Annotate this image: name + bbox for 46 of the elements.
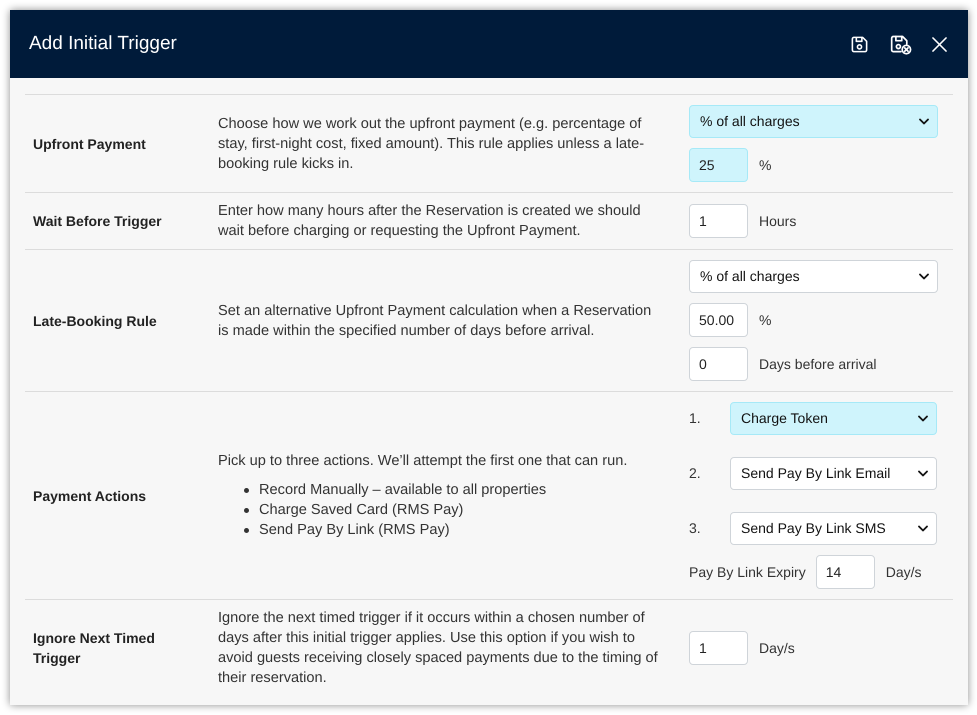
field-label: Ignore Next Timed Trigger [33,629,156,668]
dialog-title: Add Initial Trigger [29,32,178,56]
bullet-text: Record Manually – available to all properties [259,481,546,500]
field-label: Pay By Link Expiry [689,562,806,582]
bullet-text: Send Pay By Link (RMS Pay) [259,521,450,540]
chevron-down-icon [918,470,928,477]
dropdown[interactable]: Send Pay By Link Email [730,457,937,490]
field-description: Ignore the next timed trigger if it occurs within a chosen number of days after this initial trigger applies. Use this option if you wish to avoid guests receiving closely spaced payments due to the timing of their reservation. [218,609,659,688]
step-number: 2. [689,464,702,483]
field-description: Pick up to three actions. We’ll attempt the first one that can run. [218,452,628,471]
chevron-down-icon [918,415,928,422]
unit-label: Day/s [759,638,795,658]
dropdown[interactable]: Send Pay By Link SMS [730,512,937,545]
dropdown[interactable]: % of all charges [689,105,938,138]
input-field[interactable]: 1 [689,631,748,665]
unit-label: % [759,310,772,330]
input-field[interactable]: 25 [689,148,748,182]
field-description: Enter how many hours after the Reservation is created we should wait before charging or requesting the Upfront Payment. [218,202,642,241]
field-label: Wait Before Trigger [33,212,163,231]
dropdown[interactable]: Charge Token [730,402,937,435]
bullet-text: Charge Saved Card (RMS Pay) [259,501,464,520]
field-label: Late-Booking Rule [33,312,158,330]
bullet-icon [244,488,249,492]
step-number: 3. [689,519,702,538]
dropdown[interactable]: % of all charges [689,260,938,293]
input-field[interactable]: 50.00 [689,303,748,337]
input-field[interactable]: 1 [689,204,748,238]
chevron-down-icon [919,273,929,280]
chevron-down-icon [918,525,928,532]
chevron-down-icon [919,118,929,125]
save-icon[interactable] [850,34,869,54]
unit-label: Days before arrival [759,354,876,374]
field-label: Payment Actions [33,486,148,506]
field-description: Choose how we work out the upfront payment (e.g. percentage of stay, first-night cost, fixed amount). This rule applies unless a late-booking rule kicks in. [218,114,646,174]
field-description: Set an alternative Upfront Payment calculation when a Reservation is made within the specified number of days before arrival. [218,302,652,340]
bullet-icon [244,508,249,512]
input-field[interactable]: 0 [689,347,748,381]
close-icon[interactable] [932,36,947,52]
save-and-close-icon[interactable] [889,34,912,54]
input-field[interactable]: 14 [816,555,875,589]
field-label: Upfront Payment [33,134,147,154]
unit-label: Hours [759,212,796,230]
step-number: 1. [689,409,702,428]
bullet-icon [244,528,249,532]
unit-label: % [759,156,772,174]
unit-label: Day/s [886,562,922,582]
